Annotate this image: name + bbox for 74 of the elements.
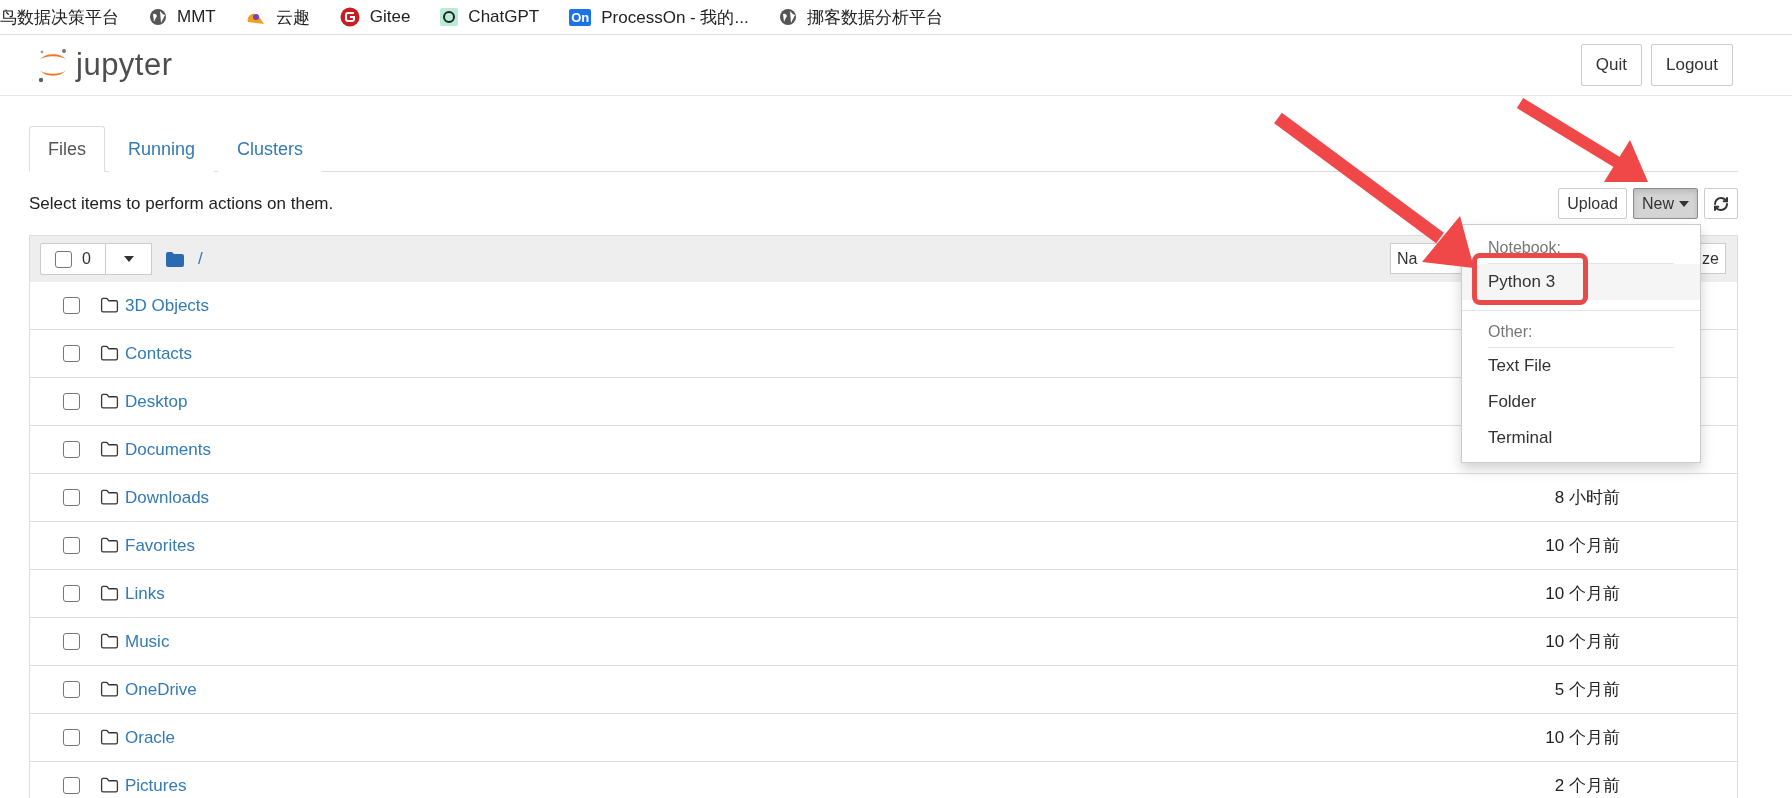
caret-icon	[1679, 200, 1689, 207]
folder-link[interactable]: Favorites	[125, 535, 195, 556]
checkbox[interactable]	[63, 537, 80, 554]
bookmark[interactable]: ChatGPT	[440, 7, 540, 27]
folder-link[interactable]: Links	[125, 583, 165, 604]
modified-time: 10 个月前	[1545, 631, 1620, 653]
modified-time: 5 个月前	[1554, 679, 1620, 701]
g-logo-icon	[339, 7, 360, 27]
tab[interactable]: Files	[29, 126, 105, 172]
checkbox[interactable]	[55, 250, 73, 268]
folder-link[interactable]: Oracle	[125, 727, 176, 748]
folder-link[interactable]: 3D Objects	[125, 295, 210, 316]
checkbox[interactable]	[63, 681, 80, 698]
folder-icon	[100, 680, 119, 699]
checkbox[interactable]	[63, 441, 80, 458]
bookmark[interactable]: 挪客数据分析平台	[778, 5, 943, 29]
selected-count: 0	[82, 250, 91, 268]
checkbox[interactable]	[63, 585, 80, 602]
select-menu-button[interactable]	[106, 243, 152, 275]
checkbox[interactable]	[63, 489, 80, 506]
folder-link[interactable]: Downloads	[125, 487, 210, 508]
folder-icon	[100, 584, 119, 603]
refresh-icon	[1713, 195, 1729, 212]
globe-icon	[778, 8, 797, 26]
menu-item[interactable]: Folder	[1462, 384, 1700, 420]
menu-section-label: Other:	[1487, 322, 1534, 342]
modified-time: 10 个月前	[1545, 727, 1620, 749]
header-button[interactable]: Quit	[1580, 44, 1642, 86]
bookmark[interactable]: 鸟数据决策平台	[0, 5, 119, 29]
checkbox[interactable]	[63, 345, 80, 362]
instruction-text: Select items to perform actions on them.	[29, 193, 334, 214]
bookmark[interactable]: Gitee	[339, 7, 411, 27]
folder-icon	[100, 488, 119, 507]
modified-time: 10 个月前	[1545, 583, 1620, 605]
checkbox[interactable]	[63, 393, 80, 410]
path-link[interactable]: /	[198, 249, 203, 269]
modified-time: 8 小时前	[1554, 487, 1620, 509]
folder-icon	[100, 632, 119, 651]
folder-icon	[100, 536, 119, 555]
folder-icon	[100, 344, 119, 363]
caret-icon	[123, 256, 134, 262]
folder-link[interactable]: Music	[125, 631, 170, 652]
menu-item[interactable]: Python 3	[1462, 264, 1700, 300]
checkbox[interactable]	[63, 729, 80, 746]
folder-link[interactable]: Desktop	[125, 391, 188, 412]
new-button[interactable]: New	[1633, 188, 1698, 219]
folder-link[interactable]: Pictures	[125, 775, 187, 796]
folder-icon	[100, 392, 119, 411]
checkbox[interactable]	[63, 633, 80, 650]
bookmark[interactable]: On ProcessOn - 我的...	[569, 5, 749, 29]
processon-logo: On	[569, 8, 592, 26]
folder-link[interactable]: Contacts	[125, 343, 193, 364]
folder-icon	[100, 296, 119, 315]
upload-button[interactable]: Upload	[1558, 188, 1627, 219]
chat-logo-icon	[440, 8, 459, 26]
refresh-button[interactable]	[1704, 188, 1738, 219]
bookmark[interactable]: 云趣	[245, 5, 310, 29]
modified-time: 2 个月前	[1554, 775, 1620, 797]
header-button[interactable]: Logout	[1651, 44, 1733, 86]
folder-link[interactable]: Documents	[125, 439, 211, 460]
menu-item[interactable]: Terminal	[1462, 420, 1700, 456]
menu-item[interactable]: Text File	[1462, 348, 1700, 384]
modified-time: 10 个月前	[1545, 535, 1620, 557]
folder-icon	[100, 440, 119, 459]
folder-link[interactable]: OneDrive	[125, 679, 197, 700]
globe-icon	[149, 8, 167, 26]
checkbox[interactable]	[63, 777, 80, 794]
checkbox[interactable]	[63, 297, 80, 314]
bookmark[interactable]: MMT	[149, 7, 216, 27]
jupyter-wordmark: jupyter	[76, 47, 173, 83]
folder-icon	[100, 728, 119, 747]
folder-icon	[100, 776, 119, 795]
folder-icon	[166, 251, 184, 267]
menu-section-label: Notebook:	[1487, 238, 1562, 258]
